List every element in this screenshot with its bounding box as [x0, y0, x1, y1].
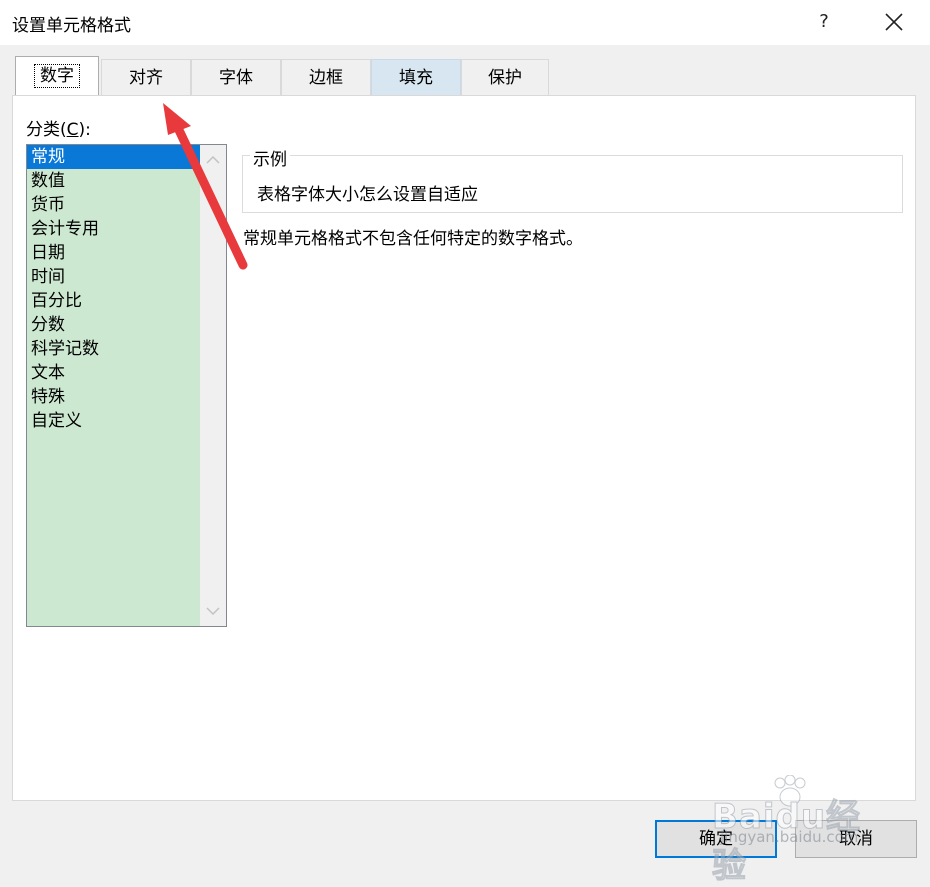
list-item-text[interactable]: 文本	[27, 361, 200, 385]
list-item-currency[interactable]: 货币	[27, 193, 200, 217]
cancel-button[interactable]: 取消	[795, 820, 917, 858]
scroll-down-button[interactable]	[200, 600, 226, 624]
sample-legend: 示例	[250, 145, 290, 170]
list-item-accounting[interactable]: 会计专用	[27, 217, 200, 241]
tab-border[interactable]: 边框	[281, 59, 371, 95]
category-label: 分类(C):	[26, 120, 91, 140]
tab-alignment-label: 对齐	[129, 68, 163, 88]
chevron-up-icon	[206, 155, 220, 164]
help-button[interactable]: ?	[806, 6, 842, 38]
ok-button[interactable]: 确定	[655, 820, 777, 858]
vertical-scrollbar[interactable]	[200, 145, 226, 626]
list-item-date[interactable]: 日期	[27, 241, 200, 265]
list-item-general[interactable]: 常规	[27, 145, 200, 169]
close-button[interactable]	[872, 6, 916, 38]
tab-font-label: 字体	[219, 68, 253, 88]
tab-protection-label: 保护	[488, 68, 522, 88]
tab-fill-label: 填充	[399, 68, 433, 88]
list-item-number[interactable]: 数值	[27, 169, 200, 193]
list-item-percentage[interactable]: 百分比	[27, 289, 200, 313]
tab-protection[interactable]: 保护	[461, 59, 549, 95]
list-item-time[interactable]: 时间	[27, 265, 200, 289]
list-item-special[interactable]: 特殊	[27, 385, 200, 409]
tab-border-label: 边框	[309, 68, 343, 88]
tab-fill[interactable]: 填充	[371, 59, 461, 95]
list-item-fraction[interactable]: 分数	[27, 313, 200, 337]
chevron-down-icon	[206, 607, 220, 616]
format-description: 常规单元格格式不包含任何特定的数字格式。	[243, 229, 583, 249]
title-bar: 设置单元格格式 ?	[0, 0, 930, 45]
category-listbox[interactable]: 常规 数值 货币 会计专用 日期 时间 百分比 分数 科学记数 文本 特殊 自定…	[26, 144, 227, 627]
close-icon	[885, 13, 903, 31]
tab-number-label: 数字	[34, 64, 80, 88]
tab-font[interactable]: 字体	[191, 59, 281, 95]
list-item-custom[interactable]: 自定义	[27, 409, 200, 433]
tab-number[interactable]: 数字	[15, 56, 99, 96]
category-list: 常规 数值 货币 会计专用 日期 时间 百分比 分数 科学记数 文本 特殊 自定…	[27, 145, 200, 626]
tab-alignment[interactable]: 对齐	[101, 59, 191, 95]
scroll-up-button[interactable]	[200, 149, 226, 173]
list-item-scientific[interactable]: 科学记数	[27, 337, 200, 361]
sample-preview-text: 表格字体大小怎么设置自适应	[257, 185, 478, 205]
dialog-title: 设置单元格格式	[12, 16, 131, 36]
